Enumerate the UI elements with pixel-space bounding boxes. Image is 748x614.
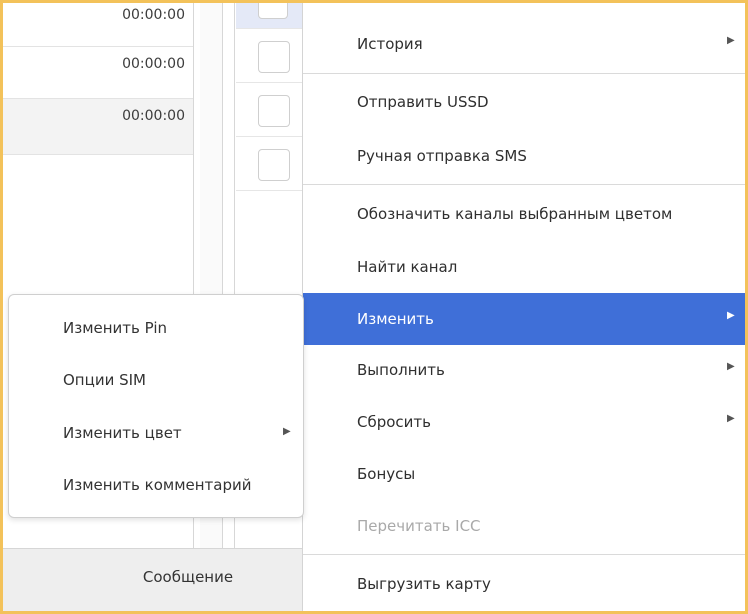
menu-separator	[303, 184, 748, 185]
menu-item-label: Изменить	[357, 310, 434, 328]
selected-row-cell	[236, 0, 302, 29]
menu-item-label: Сбросить	[357, 413, 431, 431]
submenu-item-change-pin[interactable]: Изменить Pin	[9, 295, 303, 345]
menu-item-change[interactable]: Изменить ▶	[303, 293, 748, 345]
menu-item-label: Перечитать ICC	[357, 517, 481, 535]
submenu-item-change-color[interactable]: Изменить цвет ▶	[9, 400, 303, 450]
status-bar: Сообщение	[3, 548, 303, 611]
table-row[interactable]: 00:00:00	[3, 99, 193, 155]
submenu-arrow-icon: ▶	[283, 426, 291, 437]
submenu-item-label: Изменить цвет	[63, 424, 182, 442]
menu-separator	[303, 554, 748, 555]
row-checkbox[interactable]	[258, 41, 290, 73]
submenu-arrow-icon: ▶	[727, 361, 735, 372]
submenu-item-change-comment[interactable]: Изменить комментарий	[9, 452, 303, 502]
menu-item-find-channel[interactable]: Найти канал	[303, 241, 748, 293]
menu-item-label: История	[357, 35, 423, 53]
change-submenu: Изменить Pin Опции SIM Изменить цвет ▶ И…	[8, 294, 304, 518]
submenu-arrow-icon: ▶	[727, 310, 735, 321]
menu-item-bonuses[interactable]: Бонусы	[303, 448, 748, 500]
row-cell	[236, 137, 302, 191]
submenu-item-label: Изменить комментарий	[63, 476, 252, 494]
menu-item-label: Отправить USSD	[357, 93, 489, 111]
menu-item-execute[interactable]: Выполнить ▶	[303, 344, 748, 396]
row-cell	[236, 29, 302, 83]
time-cell: 00:00:00	[122, 56, 185, 72]
table-row[interactable]: 00:00:00	[3, 3, 193, 47]
menu-item-label: Бонусы	[357, 465, 416, 483]
menu-item-label: Ручная отправка SMS	[357, 147, 527, 165]
menu-item-reset[interactable]: Сбросить ▶	[303, 396, 748, 448]
menu-item-label: Обозначить каналы выбранным цветом	[357, 205, 673, 223]
row-cell	[236, 83, 302, 137]
menu-item-manual-sms[interactable]: Ручная отправка SMS	[303, 130, 748, 182]
submenu-item-label: Изменить Pin	[63, 319, 168, 337]
menu-item-label: Выгрузить карту	[357, 575, 491, 593]
submenu-arrow-icon: ▶	[727, 413, 735, 424]
table-row[interactable]: 00:00:00	[3, 47, 193, 99]
menu-item-send-ussd[interactable]: Отправить USSD	[303, 76, 748, 128]
submenu-item-sim-options[interactable]: Опции SIM	[9, 347, 303, 397]
row-checkbox[interactable]	[258, 95, 290, 127]
context-menu: История ▶ Отправить USSD Ручная отправка…	[302, 3, 748, 611]
menu-item-label: Выполнить	[357, 361, 445, 379]
menu-separator	[303, 73, 748, 74]
time-cell: 00:00:00	[122, 7, 185, 23]
submenu-item-label: Опции SIM	[63, 371, 146, 389]
time-cell: 00:00:00	[122, 108, 185, 124]
menu-item-history[interactable]: История ▶	[303, 18, 748, 70]
menu-item-label: Найти канал	[357, 258, 458, 276]
menu-item-mark-channels-color[interactable]: Обозначить каналы выбранным цветом	[303, 188, 748, 240]
row-checkbox[interactable]	[258, 0, 288, 19]
menu-item-reread-icc: Перечитать ICC	[303, 500, 748, 552]
row-checkbox[interactable]	[258, 149, 290, 181]
menu-item-unload-card[interactable]: Выгрузить карту	[303, 558, 748, 610]
submenu-arrow-icon: ▶	[727, 35, 735, 46]
